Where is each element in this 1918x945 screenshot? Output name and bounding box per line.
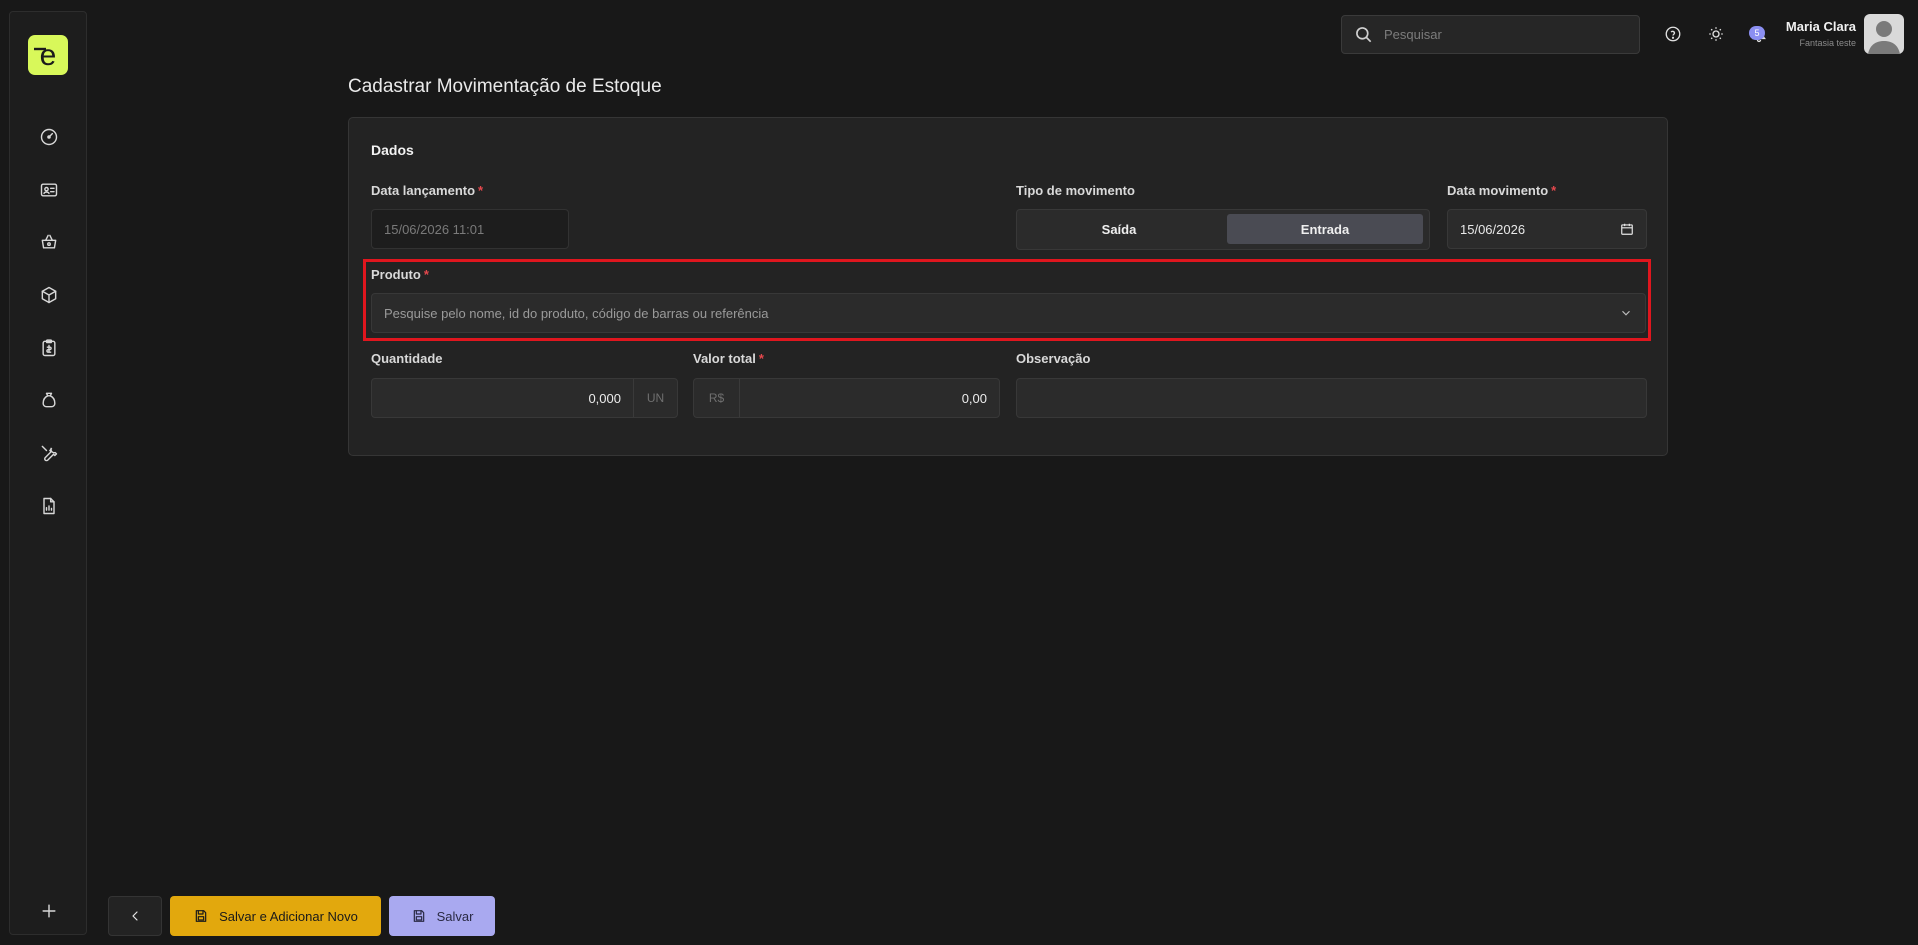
search-input[interactable] (1384, 27, 1624, 42)
data-movimento-label: Data movimento * (1447, 183, 1557, 198)
avatar[interactable] (1864, 14, 1904, 54)
dashboard-icon[interactable] (37, 125, 61, 149)
quantidade-label: Quantidade (371, 351, 443, 366)
search-icon (1356, 26, 1372, 42)
calendar-icon[interactable] (1620, 222, 1634, 236)
tipo-movimento-label: Tipo de movimento (1016, 183, 1135, 198)
quantidade-field[interactable]: 0,000 UN (371, 378, 678, 418)
data-lancamento-label: Data lançamento * (371, 183, 484, 198)
quantidade-unit: UN (633, 379, 677, 417)
id-card-icon[interactable] (37, 178, 61, 202)
clipboard-icon[interactable] (37, 336, 61, 360)
data-movimento-value: 15/06/2026 (1460, 221, 1526, 237)
global-search[interactable] (1341, 15, 1640, 54)
box-icon[interactable] (37, 283, 61, 307)
report-icon[interactable] (37, 494, 61, 518)
chevron-left-icon (132, 911, 138, 921)
help-icon[interactable] (1663, 24, 1683, 44)
section-title: Dados (371, 142, 414, 158)
logo-letter: e (40, 40, 57, 70)
save-label: Salvar (436, 908, 474, 924)
notification-badge: 5 (1749, 26, 1765, 40)
produto-highlight-box (363, 259, 1651, 341)
basket-icon[interactable] (37, 230, 61, 254)
data-lancamento-value: 15/06/2026 11:01 (384, 221, 485, 237)
valor-total-field[interactable]: R$ 0,00 (693, 378, 1000, 418)
save-and-add-new-button[interactable]: Salvar e Adicionar Novo (170, 896, 381, 936)
wrench-icon[interactable] (37, 441, 61, 465)
page-title: Cadastrar Movimentação de Estoque (348, 76, 662, 97)
user-company: Fantasia teste (1799, 38, 1856, 48)
sidebar: e (9, 11, 87, 935)
tipo-movimento-toggle: Saída Entrada (1016, 209, 1430, 250)
logo-icon: e (34, 40, 57, 70)
save-icon (413, 910, 424, 922)
valor-total-label: Valor total * (693, 351, 764, 366)
plus-icon[interactable] (37, 899, 61, 923)
user-avatar-icon (1868, 21, 1900, 54)
user-name[interactable]: Maria Clara (1786, 19, 1856, 34)
valor-total-value: 0,00 (961, 390, 987, 406)
save-and-add-new-label: Salvar e Adicionar Novo (219, 908, 358, 924)
app-logo[interactable]: e (28, 35, 68, 75)
tipo-saida-option[interactable]: Saída (1021, 214, 1217, 244)
tipo-entrada-option[interactable]: Entrada (1227, 214, 1423, 244)
currency-prefix: R$ (694, 379, 740, 417)
observacao-label: Observação (1016, 351, 1091, 366)
observacao-field[interactable] (1016, 378, 1647, 418)
data-movimento-field[interactable]: 15/06/2026 (1447, 209, 1647, 249)
money-bag-icon[interactable] (37, 388, 61, 412)
theme-toggle-icon[interactable] (1706, 24, 1726, 44)
save-icon (195, 910, 207, 922)
save-button[interactable]: Salvar (389, 896, 495, 936)
quantidade-value: 0,000 (588, 390, 621, 406)
back-button[interactable] (108, 896, 162, 936)
data-lancamento-field[interactable]: 15/06/2026 11:01 (371, 209, 569, 249)
